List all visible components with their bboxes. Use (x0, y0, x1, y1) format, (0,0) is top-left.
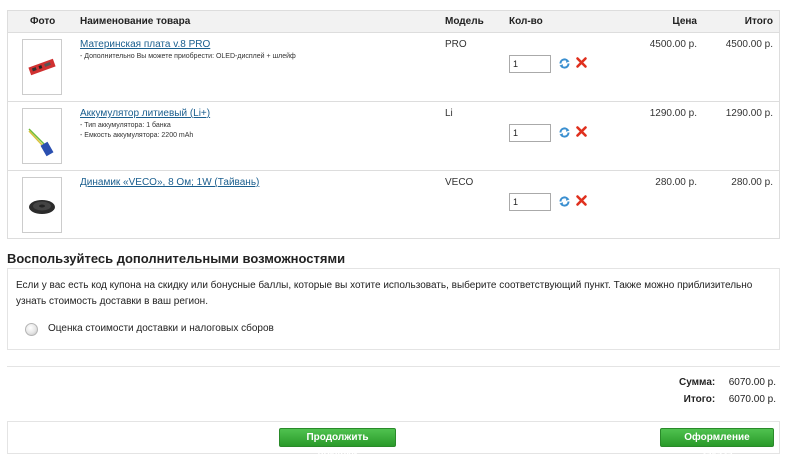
refresh-icon[interactable] (558, 57, 571, 70)
shipping-estimate-radio[interactable] (25, 323, 38, 336)
refresh-icon[interactable] (558, 195, 571, 208)
quantity-input[interactable] (509, 193, 551, 211)
product-model: PRO (445, 39, 467, 50)
subtotal-value: 6070.00 р. (728, 377, 776, 388)
product-model: VECO (445, 177, 474, 188)
product-thumbnail[interactable] (22, 39, 62, 95)
product-name-link[interactable]: Материнская плата v.8 PRO (80, 39, 210, 50)
quantity-input[interactable] (509, 55, 551, 73)
cart-table: Фото Наименование товара Модель Кол-во Ц… (7, 10, 780, 239)
header-name: Наименование товара (80, 16, 191, 27)
total-value: 6070.00 р. (728, 394, 776, 405)
total-label: Итого: (683, 394, 716, 405)
refresh-icon[interactable] (558, 126, 571, 139)
divider (7, 366, 780, 367)
battery-icon (28, 128, 54, 157)
extras-title: Воспользуйтесь дополнительными возможнос… (7, 251, 346, 266)
subtotal-label: Сумма: (679, 377, 716, 388)
product-option: - Дополнительно Вы можете приобрести: OL… (80, 53, 296, 60)
subtotal-row: Сумма: 6070.00 р. (655, 377, 776, 388)
product-option: - Тип аккумулятора: 1 банка (80, 122, 171, 129)
product-name-link[interactable]: Аккумулятор литиевый (Li+) (80, 108, 210, 119)
product-total: 1290.00 р. (725, 108, 773, 119)
product-model: Li (445, 108, 453, 119)
table-row: Аккумулятор литиевый (Li+) - Тип аккумул… (8, 102, 779, 171)
table-header: Фото Наименование товара Модель Кол-во Ц… (8, 11, 779, 33)
extras-box: Если у вас есть код купона на скидку или… (7, 268, 780, 350)
product-price: 1290.00 р. (649, 108, 697, 119)
product-option: - Емкость аккумулятора: 2200 mAh (80, 132, 194, 139)
table-row: Динамик «VECO», 8 Ом; 1W (Тайвань) VECO … (8, 171, 779, 240)
product-name-link[interactable]: Динамик «VECO», 8 Ом; 1W (Тайвань) (80, 177, 259, 188)
product-price: 4500.00 р. (649, 39, 697, 50)
extras-intro: Если у вас есть код купона на скидку или… (16, 280, 753, 307)
product-total: 280.00 р. (731, 177, 773, 188)
speaker-icon (29, 200, 55, 214)
shipping-estimate-label[interactable]: Оценка стоимости доставки и налоговых сб… (48, 323, 274, 334)
product-total: 4500.00 р. (725, 39, 773, 50)
product-thumbnail[interactable] (22, 177, 62, 233)
remove-icon[interactable] (575, 125, 588, 138)
motherboard-icon (28, 58, 56, 76)
quantity-input[interactable] (509, 124, 551, 142)
remove-icon[interactable] (575, 56, 588, 69)
header-photo: Фото (30, 16, 56, 27)
header-model: Модель (445, 16, 484, 27)
header-price: Цена (672, 16, 697, 27)
table-row: Материнская плата v.8 PRO - Дополнительн… (8, 33, 779, 102)
checkout-button[interactable]: Оформление заказа (660, 428, 774, 458)
remove-icon[interactable] (575, 194, 588, 207)
header-total: Итого (744, 16, 773, 27)
header-qty: Кол-во (509, 16, 543, 27)
buttons-bar: Продолжить покупки Оформление заказа (7, 421, 780, 458)
total-row: Итого: 6070.00 р. (655, 394, 776, 405)
product-price: 280.00 р. (655, 177, 697, 188)
continue-shopping-button[interactable]: Продолжить покупки (279, 428, 396, 458)
product-thumbnail[interactable] (22, 108, 62, 164)
